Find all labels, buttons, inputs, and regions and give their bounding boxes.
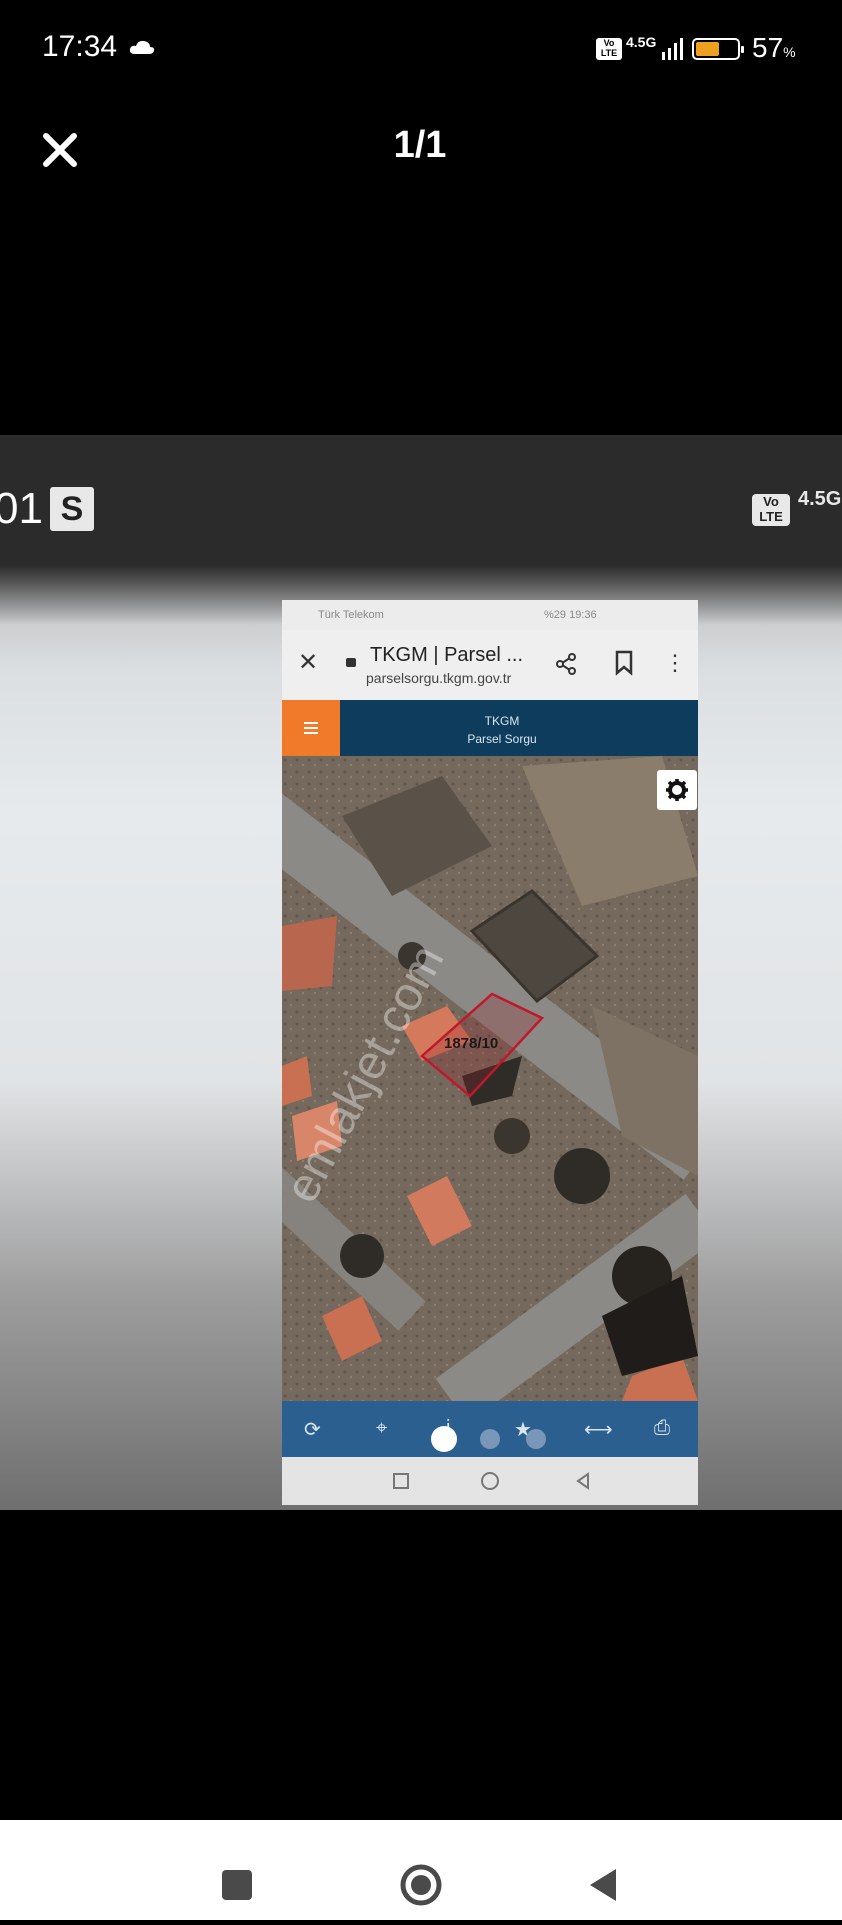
phone-back-icon (576, 1472, 589, 1490)
status-time: 17:34 (42, 30, 118, 63)
lock-icon (346, 658, 356, 667)
phone-home-icon (481, 1472, 499, 1490)
brand-line2: Parsel Sorgu (467, 732, 537, 746)
share-icon (554, 652, 578, 681)
parcel-label: 1878/10 (444, 1035, 498, 1052)
embedded-volte-icon: Vo LTE (752, 494, 790, 526)
tkgm-header: TKGM Parsel Sorgu (282, 700, 698, 756)
map-imagery: 1878/10 emlakjet.com (282, 756, 698, 1401)
embedded-status-strip (0, 435, 842, 565)
phone-carrier: Türk Telekom (318, 609, 384, 621)
s-badge: S (50, 487, 94, 531)
embedded-phone-screenshot: Türk Telekom %29 19:36 ✕ TKGM | Parsel .… (282, 600, 698, 1505)
bookmark-icon (614, 650, 634, 681)
cloud-icon (128, 38, 156, 61)
more-icon: ⋮ (664, 650, 686, 675)
browser-tab-title: TKGM | Parsel ... (370, 644, 523, 666)
brand-line1: TKGM (484, 714, 520, 728)
phone-status-right: %29 19:36 (544, 609, 597, 621)
browser-url: parselsorgu.tkgm.gov.tr (366, 670, 512, 686)
battery-percent: 57% (752, 32, 796, 63)
close-icon[interactable] (40, 130, 80, 170)
pager-dots (0, 1425, 842, 1455)
recents-icon[interactable] (222, 1870, 252, 1900)
system-nav-bar (0, 1820, 842, 1920)
network-type: 4.5G (626, 34, 657, 50)
battery-icon (692, 38, 744, 60)
embedded-left-text: 01 (0, 484, 43, 533)
pager-dot (480, 1429, 500, 1449)
pager-dot (526, 1429, 546, 1449)
volte-icon: Vo LTE (596, 38, 622, 60)
phone-status-bar: Türk Telekom %29 19:36 (282, 600, 698, 630)
phone-recents-icon (393, 1473, 409, 1489)
status-bar: 17:34 Vo LTE 4.5G 57% (0, 0, 842, 100)
image-counter: 1/1 (393, 124, 447, 166)
satellite-map: 1878/10 emlakjet.com (282, 756, 698, 1401)
gear-icon (657, 770, 697, 810)
back-icon[interactable] (590, 1869, 616, 1901)
embedded-network-type: 4.5G (798, 488, 842, 510)
browser-url-bar: ✕ TKGM | Parsel ... parselsorgu.tkgm.gov… (282, 630, 698, 700)
menu-icon (282, 700, 340, 756)
signal-icon (660, 38, 686, 65)
browser-close-icon: ✕ (298, 649, 319, 676)
pager-dot-active (431, 1426, 457, 1452)
phone-nav-bar (282, 1457, 698, 1505)
tkgm-brand: TKGM Parsel Sorgu (452, 712, 552, 748)
